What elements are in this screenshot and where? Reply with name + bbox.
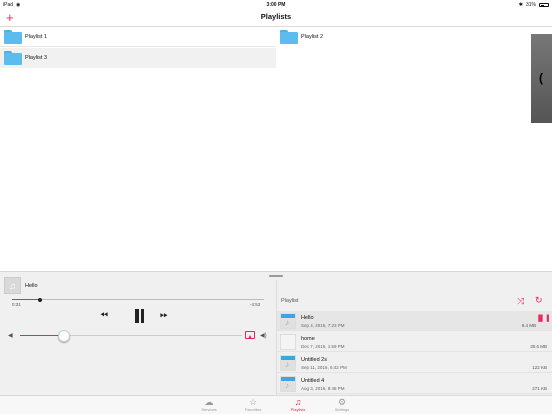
playlist-panel: Playlist ⤨ ↻ ♪ Hello Sep 4, 2016, 7:23 P…	[277, 294, 552, 396]
cloud-icon: ☁	[204, 397, 214, 407]
volume-slider[interactable]	[20, 329, 242, 342]
track-date: Aug 3, 2016, 8:48 PM	[301, 386, 345, 391]
equalizer-icon: ▐▌▐	[536, 316, 549, 322]
tab-settings[interactable]: ⚙ Settings	[322, 397, 362, 413]
drag-grabber[interactable]	[269, 275, 283, 277]
tab-favorites[interactable]: ☆ Favorites	[233, 397, 273, 413]
gear-icon: ⚙	[337, 397, 347, 407]
now-playing: ♫ Hello	[4, 277, 38, 294]
time-remaining: -4:53	[250, 302, 261, 307]
track-thumbnail: ♪	[280, 355, 296, 371]
track-size: 122 KB	[532, 365, 547, 370]
track-date: Sep 11, 2016, 6:42 PM	[301, 365, 347, 370]
playlist-label: Playlist 2	[301, 34, 324, 40]
playlist-cell[interactable]: Playlist 3	[0, 48, 276, 68]
page-title: Playlists	[260, 12, 292, 21]
progress-fill	[12, 299, 40, 300]
progress-knob[interactable]	[37, 297, 42, 302]
status-right: ✱ 31%	[519, 0, 549, 10]
folder-icon	[280, 30, 298, 44]
track-thumbnail	[280, 334, 296, 350]
repeat-icon[interactable]: ↻	[535, 295, 543, 306]
track-date: Dec 7, 2016, 1:59 PM	[301, 344, 345, 349]
battery-percent: 31%	[525, 2, 536, 8]
track-row[interactable]: home Dec 7, 2016, 1:59 PM 30.6 MB	[277, 332, 552, 352]
player-panel: ♫ Hello 0:31 -4:53 ⏪︎ ⏩︎ ◀ ◀) Playlist ⤨…	[0, 271, 552, 396]
shuffle-icon[interactable]: ⤨	[517, 296, 524, 307]
tab-label: Playlists	[290, 407, 306, 412]
handle-glyph: (	[539, 71, 543, 85]
volume-high-icon: ◀)	[260, 333, 267, 339]
track-title: Untitled 2s	[301, 357, 327, 363]
track-size: 9.4 MB	[521, 323, 536, 328]
volume-low-icon: ◀	[8, 333, 13, 339]
playlist-cell[interactable]: Playlist 1	[0, 27, 276, 47]
time-elapsed: 0:31	[12, 302, 21, 307]
tab-services[interactable]: ☁ Services	[189, 397, 229, 413]
transport-controls: ⏪︎ ⏩︎	[100, 309, 180, 323]
battery-icon	[539, 3, 549, 7]
now-playing-title: Hello	[25, 282, 38, 289]
music-note-icon: ♫	[4, 277, 21, 294]
nav-bar: + Playlists	[0, 10, 552, 27]
progress-slider[interactable]	[12, 297, 264, 302]
fast-forward-button[interactable]: ⏩︎	[160, 309, 168, 323]
track-row[interactable]: ♪ Untitled 4 Aug 3, 2016, 8:48 PM 271 KB	[277, 374, 552, 394]
status-bar: iPad ◉ 3:00 PM ✱ 31%	[0, 0, 552, 10]
playlist-label: Playlist 3	[25, 55, 48, 61]
track-title: home	[301, 336, 315, 342]
tab-label: Settings	[334, 407, 350, 412]
pause-button[interactable]	[133, 309, 145, 323]
track-thumbnail: ♪	[280, 376, 296, 392]
tab-bar: ☁ Services ☆ Favorites ♫ Playlists ⚙ Set…	[0, 395, 552, 414]
playlist-icon: ♫	[294, 397, 302, 407]
track-size: 30.6 MB	[530, 344, 547, 349]
track-title: Untitled 4	[301, 378, 325, 384]
track-date: Sep 4, 2016, 7:23 PM	[301, 323, 345, 328]
folder-icon	[4, 29, 22, 44]
airplay-icon[interactable]	[245, 331, 255, 339]
track-row[interactable]: ♪ Untitled 2s Sep 11, 2016, 6:42 PM 122 …	[277, 353, 552, 373]
tab-playlists[interactable]: ♫ Playlists	[278, 397, 318, 413]
playlist-panel-label: Playlist	[281, 298, 299, 304]
track-row[interactable]: ♪ Hello Sep 4, 2016, 7:23 PM 9.4 MB ▐▌▐	[277, 311, 552, 331]
folder-icon	[4, 51, 22, 65]
playlist-cell[interactable]: Playlist 2	[276, 27, 552, 47]
track-thumbnail: ♪	[280, 313, 296, 329]
track-size: 271 KB	[532, 386, 547, 391]
tab-label: Services	[201, 407, 217, 412]
tab-label: Favorites	[244, 407, 262, 412]
rewind-button[interactable]: ⏪︎	[100, 309, 108, 323]
status-time: 3:00 PM	[266, 2, 286, 8]
track-title: Hello	[301, 315, 314, 321]
star-icon: ☆	[248, 397, 258, 407]
bluetooth-icon: ✱	[518, 2, 523, 8]
side-panel-handle[interactable]: (	[531, 34, 552, 123]
volume-knob[interactable]	[58, 329, 71, 342]
playlist-label: Playlist 1	[25, 33, 48, 40]
